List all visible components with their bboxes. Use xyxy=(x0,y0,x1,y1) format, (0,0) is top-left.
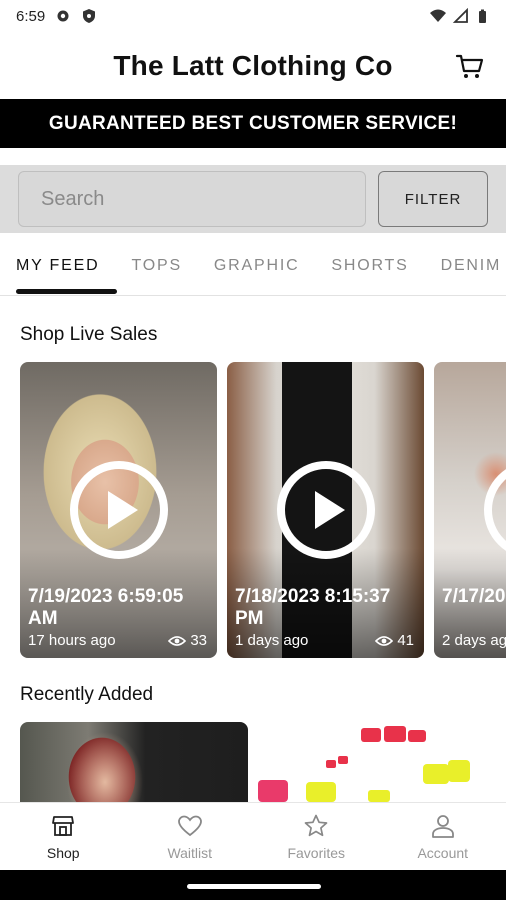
system-nav-bar xyxy=(0,870,506,900)
tab-shorts[interactable]: SHORTS xyxy=(315,236,424,295)
status-bar: 6:59 xyxy=(0,0,506,32)
view-count-value: 41 xyxy=(397,632,414,649)
product-image xyxy=(258,726,470,802)
tab-tops[interactable]: TOPS xyxy=(115,236,197,295)
live-sale-date: 7/19/2023 6:59:05 AM xyxy=(28,586,184,629)
play-icon[interactable] xyxy=(69,461,168,559)
view-count: 41 xyxy=(375,632,414,649)
view-count-value: 33 xyxy=(190,632,207,649)
live-sales-heading: Shop Live Sales xyxy=(20,324,158,345)
clock: 6:59 xyxy=(16,7,46,25)
star-icon xyxy=(304,814,328,837)
live-sale-card[interactable]: 7/17/2023 2 days ago xyxy=(434,362,506,658)
play-icon[interactable] xyxy=(276,461,375,559)
promo-banner: GUARANTEED BEST CUSTOMER SERVICE! xyxy=(0,99,506,148)
tab-denim[interactable]: DENIM xyxy=(425,236,506,295)
live-sale-card[interactable]: 7/19/2023 6:59:05 AM 17 hours ago 33 xyxy=(20,362,217,658)
bottom-navigation: Shop Waitlist Favorites Account xyxy=(0,802,506,870)
search-input[interactable] xyxy=(18,171,366,227)
product-card[interactable] xyxy=(20,722,248,802)
person-icon xyxy=(431,815,454,838)
live-sale-date: 7/18/2023 8:15:37 PM xyxy=(235,586,391,629)
recently-added-heading: Recently Added xyxy=(20,684,154,705)
shield-icon xyxy=(83,9,96,23)
nav-label: Waitlist xyxy=(167,845,213,861)
home-gesture-bar[interactable] xyxy=(187,884,321,889)
search-bar: FILTER xyxy=(0,165,506,233)
live-sale-date: 7/17/2023 xyxy=(442,586,506,607)
eye-icon xyxy=(375,635,394,646)
nav-label: Account xyxy=(417,845,469,861)
battery-icon xyxy=(479,9,486,23)
settings-gear-icon xyxy=(57,10,69,22)
tab-my-feed[interactable]: MY FEED xyxy=(0,236,118,295)
recently-added-carousel xyxy=(20,722,506,802)
nav-label: Favorites xyxy=(287,845,346,861)
live-sale-meta: 2 days ago xyxy=(442,632,506,649)
live-sale-ago: 1 days ago xyxy=(235,632,309,649)
signal-icon xyxy=(452,8,468,23)
live-sale-card[interactable]: 7/18/2023 8:15:37 PM 1 days ago 41 xyxy=(227,362,424,658)
product-card[interactable] xyxy=(258,722,486,802)
cart-icon[interactable] xyxy=(454,50,486,82)
product-image xyxy=(20,722,248,802)
nav-label: Shop xyxy=(46,845,80,861)
shop-icon xyxy=(52,816,75,836)
nav-waitlist[interactable]: Waitlist xyxy=(127,803,254,870)
live-sale-meta: 17 hours ago 33 xyxy=(28,632,207,649)
eye-icon xyxy=(168,635,187,646)
tab-graphic[interactable]: GRAPHIC xyxy=(198,236,316,295)
category-tabs: MY FEED TOPS GRAPHIC SHORTS DENIM xyxy=(0,236,506,296)
heart-icon xyxy=(177,815,202,837)
nav-shop[interactable]: Shop xyxy=(0,803,127,870)
wifi-icon xyxy=(430,9,446,22)
live-sale-meta: 1 days ago 41 xyxy=(235,632,414,649)
page-title: The Latt Clothing Co xyxy=(113,50,393,81)
nav-favorites[interactable]: Favorites xyxy=(253,803,380,870)
live-sale-ago: 2 days ago xyxy=(442,632,506,649)
app-header: The Latt Clothing Co xyxy=(0,36,506,96)
nav-account[interactable]: Account xyxy=(380,803,506,870)
filter-button[interactable]: FILTER xyxy=(378,171,488,227)
live-sale-ago: 17 hours ago xyxy=(28,632,116,649)
view-count: 33 xyxy=(168,632,207,649)
live-sales-carousel: 7/19/2023 6:59:05 AM 17 hours ago 33 7/1… xyxy=(20,362,506,658)
